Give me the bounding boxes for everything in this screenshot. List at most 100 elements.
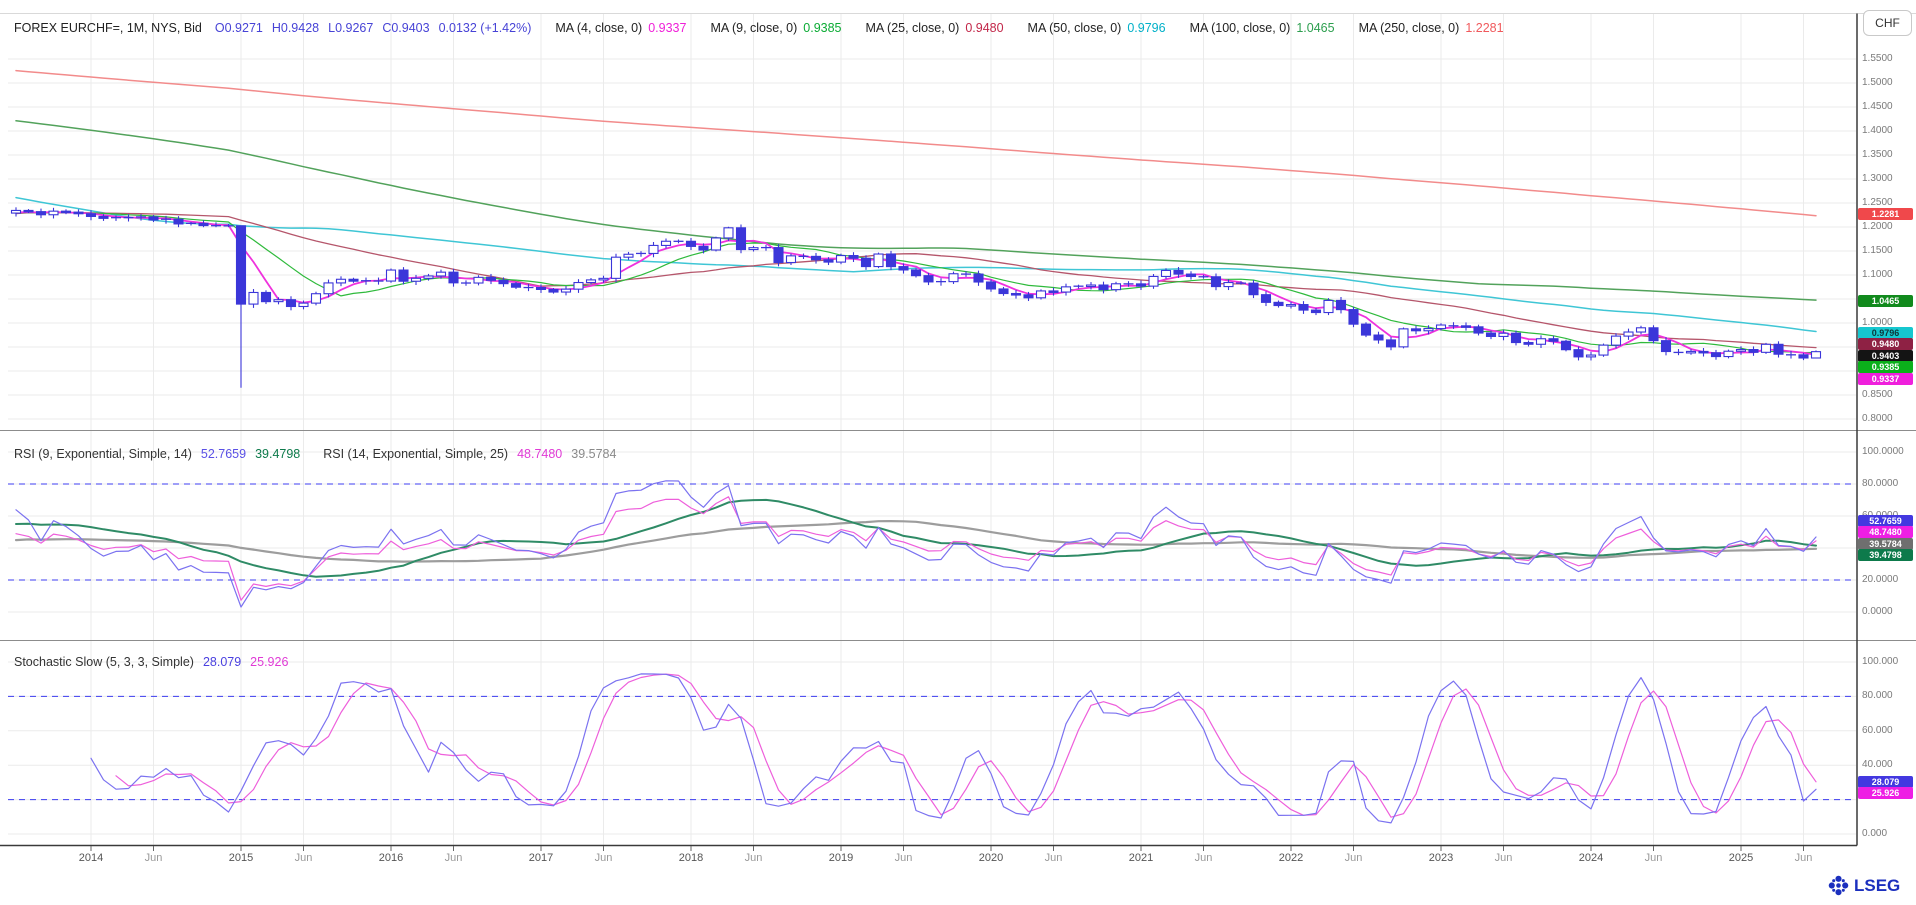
ma-legend-value: 1.0465 [1296,21,1334,35]
axis-label: 100.0000 [1862,446,1904,458]
stochastic-d-value: 25.926 [250,655,288,669]
time-axis-month-label: Jun [1181,852,1227,864]
ohlc-value: O0.9271 [215,21,263,35]
axis-label: 80.000 [1862,690,1893,702]
time-axis-month-label: Jun [431,852,477,864]
time-axis-year-label: 2015 [218,852,264,864]
instrument-label[interactable]: FOREX EURCHF=, 1M, NYS, Bid [14,21,202,35]
ohlc-value: 0.0132 (+1.42%) [439,21,532,35]
axis-label: 60.000 [1862,725,1893,737]
price-badge: 0.9796 [1858,327,1913,339]
time-axis-year-label: 2021 [1118,852,1164,864]
axis-label: 1.4500 [1862,101,1893,113]
time-axis-month-label: Jun [1781,852,1827,864]
ma-legend-item[interactable]: MA (4, close, 0) 0.9337 [555,21,686,35]
stochastic-pane-header[interactable]: Stochastic Slow (5, 3, 3, Simple) 28.079… [14,655,288,669]
lseg-crest-icon [1827,874,1850,897]
stochastic-k-value: 28.079 [203,655,241,669]
price-badge: 0.9337 [1858,373,1913,385]
stochastic-label: Stochastic Slow (5, 3, 3, Simple) [14,655,194,669]
axis-label: 1.3000 [1862,173,1893,185]
axis-label: 20.0000 [1862,574,1898,586]
price-badge: 1.2281 [1858,208,1913,220]
moving-average-lines [16,71,1816,355]
axis-label: 1.1500 [1862,245,1893,257]
ohlc-values: O0.9271H0.9428L0.9267C0.94030.0132 (+1.4… [215,21,531,35]
ohlc-value: C0.9403 [382,21,429,35]
ma-legend-item[interactable]: MA (25, close, 0) 0.9480 [866,21,1004,35]
rsi-badge: 48.7480 [1858,526,1913,538]
rsi-pane-header[interactable]: RSI (9, Exponential, Simple, 14) 52.7659… [14,447,616,461]
axis-label: 1.4000 [1862,125,1893,137]
rsi-2-signal-value: 39.5784 [571,447,616,461]
ma-legend-value: 1.2281 [1465,21,1503,35]
rsi-1-label: RSI (9, Exponential, Simple, 14) [14,447,192,461]
ma-legend-item[interactable]: MA (9, close, 0) 0.9385 [710,21,841,35]
rsi-badge: 52.7659 [1858,515,1913,527]
axis-label: 0.0000 [1862,606,1893,618]
ma-legend-value: 0.9480 [965,21,1003,35]
time-axis-month-label: Jun [131,852,177,864]
lseg-logo-text: LSEG [1854,876,1900,896]
overbought-oversold-levels [8,484,1856,800]
rsi-2-label: RSI (14, Exponential, Simple, 25) [323,447,508,461]
time-axis-month-label: Jun [731,852,777,864]
rsi-1-value: 52.7659 [201,447,246,461]
axis-label: 100.000 [1862,656,1898,668]
price-badge: 0.9403 [1858,350,1913,362]
price-badge: 1.0465 [1858,295,1913,307]
axis-label: 40.000 [1862,759,1893,771]
rsi-badge: 39.4798 [1858,549,1913,561]
axis-label: 0.8000 [1862,413,1893,425]
time-axis-year-label: 2025 [1718,852,1764,864]
chart-window: FOREX EURCHF=, 1M, NYS, Bid O0.9271 H0.94… [0,0,1916,905]
time-axis-year-label: 2020 [968,852,1014,864]
ma-legend-label: MA (250, close, 0) [1359,21,1460,35]
time-axis-month-label: Jun [1331,852,1377,864]
time-axis-year-label: 2018 [668,852,714,864]
time-axis-month-label: Jun [1481,852,1527,864]
ma-legend-item[interactable]: MA (250, close, 0) 1.2281 [1359,21,1504,35]
axis-label: 1.5000 [1862,77,1893,89]
ma-legend-label: MA (4, close, 0) [555,21,642,35]
time-axis-year-label: 2022 [1268,852,1314,864]
axis-label: 0.8500 [1862,389,1893,401]
price-badge: 0.9385 [1858,361,1913,373]
time-axis-year-label: 2017 [518,852,564,864]
currency-button[interactable]: CHF [1863,10,1912,36]
ohlc-value: H0.9428 [272,21,319,35]
rsi-lines [16,481,1816,607]
time-axis-month-label: Jun [881,852,927,864]
rsi-1-signal-value: 39.4798 [255,447,300,461]
candles-series [12,207,1821,387]
ma-legend-item[interactable]: MA (50, close, 0) 0.9796 [1028,21,1166,35]
axis-label: 1.5500 [1862,53,1893,65]
axis-label: 1.1000 [1862,269,1893,281]
ma-legend-label: MA (50, close, 0) [1028,21,1122,35]
axis-label: 80.0000 [1862,478,1898,490]
time-axis-year-label: 2024 [1568,852,1614,864]
axis-label: 0.000 [1862,828,1887,840]
time-axis-year-label: 2014 [68,852,114,864]
time-axis-year-label: 2019 [818,852,864,864]
ma-legend-value: 0.9337 [648,21,686,35]
grid-lines [8,14,1856,845]
time-axis-month-label: Jun [281,852,327,864]
time-axis-month-label: Jun [1031,852,1077,864]
ma-legend-label: MA (100, close, 0) [1190,21,1291,35]
lseg-logo: LSEG [1827,874,1900,897]
ma-legend-label: MA (9, close, 0) [710,21,797,35]
price-badge: 0.9480 [1858,338,1913,350]
chart-header: FOREX EURCHF=, 1M, NYS, Bid O0.9271 H0.94… [14,19,1504,36]
ma-legend-item[interactable]: MA (100, close, 0) 1.0465 [1190,21,1335,35]
pane-frames [0,14,1916,852]
ma-legend-value: 0.9796 [1127,21,1165,35]
stochastic-badge: 28.079 [1858,776,1913,788]
time-axis-month-label: Jun [581,852,627,864]
ma-legend-label: MA (25, close, 0) [866,21,960,35]
time-axis-month-label: Jun [1631,852,1677,864]
ma-legend-value: 0.9385 [803,21,841,35]
stochastic-badge: 25.926 [1858,787,1913,799]
rsi-badge: 39.5784 [1858,538,1913,550]
time-axis-year-label: 2016 [368,852,414,864]
